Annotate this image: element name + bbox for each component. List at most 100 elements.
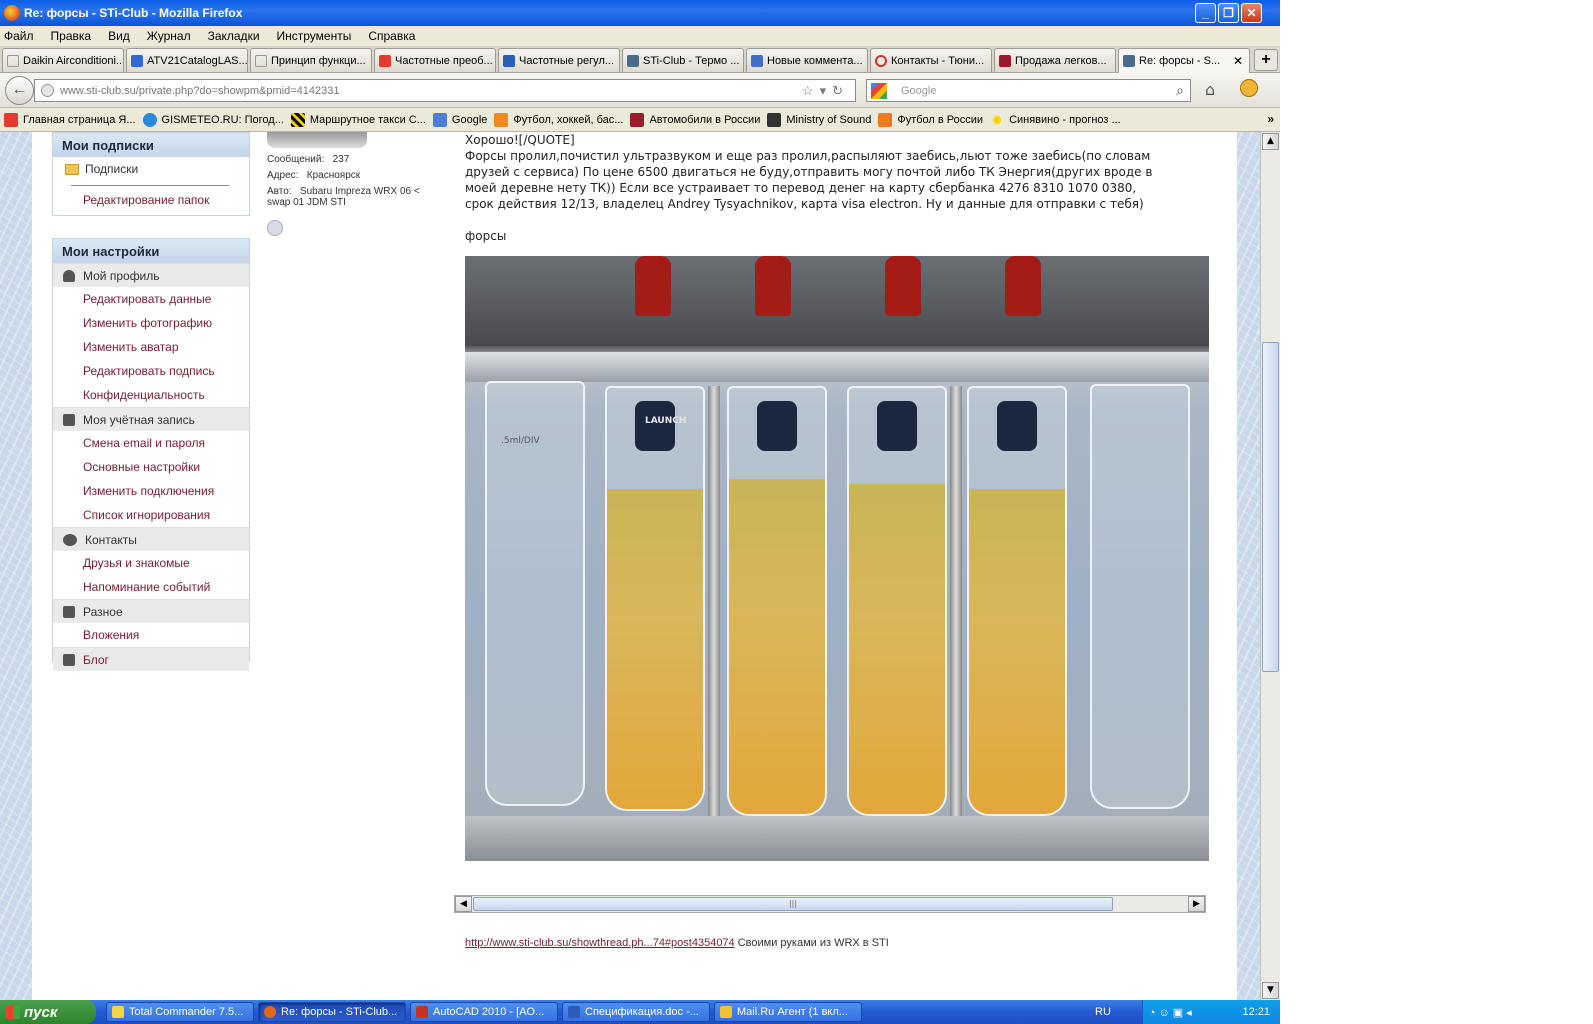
minimize-button[interactable]: _ [1195,3,1216,23]
tab-3[interactable]: Принцип функци... [250,48,372,72]
tab-5[interactable]: Частотные регул... [498,48,620,72]
menu-edit[interactable]: Правка [51,29,92,43]
addon-icon[interactable] [1240,79,1258,97]
misc-icon [63,605,75,618]
blog-link[interactable]: Блог [83,653,109,667]
more-bookmarks-icon[interactable]: » [1267,112,1274,126]
privacy-link[interactable]: Конфиденциальность [53,383,249,407]
bookmark-6[interactable]: Автомобили в России [630,112,760,127]
vertical-scrollbar[interactable]: ▲ ▼ [1260,132,1280,1000]
address-value: Красноярск [306,170,361,181]
avatar[interactable] [267,132,367,148]
new-tab-button[interactable]: + [1254,49,1278,71]
subscriptions-folder[interactable]: Подписки [53,157,249,181]
menu-bookmarks[interactable]: Закладки [208,29,260,43]
menu-view[interactable]: Вид [108,29,130,43]
total-commander-icon [112,1006,124,1018]
menu-file[interactable]: Файл [4,29,34,43]
change-email-link[interactable]: Смена email и пароля [53,431,249,455]
tab-label: ATV21CatalogLAS... [147,54,248,67]
tab-label: Daikin Airconditioni... [23,54,124,67]
task-label: Mail.Ru Агент (1 вкл... [737,1006,848,1018]
tab-10-active[interactable]: Re: форсы - S... ✕ [1118,48,1250,73]
bookmark-label: Синявино - прогноз ... [1009,113,1121,126]
tab-4[interactable]: Частотные преоб... [374,48,496,72]
task-total-commander[interactable]: Total Commander 7.5... [106,1002,254,1022]
menu-tools[interactable]: Инструменты [277,29,352,43]
menu-history[interactable]: Журнал [147,29,191,43]
start-button[interactable]: пуск [0,1000,96,1024]
horizontal-scrollbar[interactable]: ◀ ||| ▶ [454,895,1206,913]
task-firefox[interactable]: Re: форсы - STi-Club... [258,1002,406,1022]
event-reminders-link[interactable]: Напоминание событий [53,575,249,599]
change-photo-link[interactable]: Изменить фотографию [53,311,249,335]
edit-signature-link[interactable]: Редактировать подпись [53,359,249,383]
tab-9[interactable]: Продажа легков... [994,48,1116,72]
friends-link[interactable]: Друзья и знакомые [53,551,249,575]
bookmarks-bar: Главная страница Я... GISMETEO.RU: Погод… [0,108,1280,132]
bookmark-3[interactable]: Маршрутное такси С... [290,112,426,127]
attachments-link[interactable]: Вложения [53,623,249,647]
scroll-thumb[interactable]: ||| [473,897,1113,911]
tray-icons[interactable]: ◔☺▣◂ [1149,1006,1195,1019]
task-autocad[interactable]: AutoCAD 2010 - [AO... [410,1002,558,1022]
menu-help[interactable]: Справка [368,29,415,43]
fuel-level [729,479,825,814]
profile-group: Мой профиль [53,263,249,287]
task-word[interactable]: Спецификация.doc -... [562,1002,710,1022]
bookmark-9[interactable]: Синявино - прогноз ... [990,112,1121,127]
edit-folders-link[interactable]: Редактирование папок [53,188,249,212]
injector-nozzle [757,401,797,451]
bookmark-8[interactable]: Футбол в России [878,112,983,127]
back-button[interactable]: ← [5,76,34,105]
group-label: Разное [83,604,123,619]
fuel-level [969,489,1065,814]
search-icon[interactable]: ⌕ [1176,82,1184,99]
page-icon [7,54,19,67]
url-bar[interactable]: www.sti-club.su/private.php?do=showpm&pm… [34,79,856,102]
scroll-down-button[interactable]: ▼ [1262,982,1279,999]
scroll-right-button[interactable]: ▶ [1188,896,1205,912]
quote-end: Хорошо![/QUOTE] [465,133,575,147]
settings-title: Мои настройки [53,239,249,263]
tab-6[interactable]: STi-Club - Термо ... [622,48,744,72]
signature-link[interactable]: http://www.sti-club.su/showthread.ph...7… [465,937,735,949]
blog-group[interactable]: Блог [53,647,249,671]
bookmark-7[interactable]: Ministry of Sound [767,112,871,127]
scroll-thumb[interactable] [1262,342,1279,672]
injectors-photo[interactable]: .5ml/DIV LAUNCH [465,256,1209,861]
posts-value: 237 [332,154,350,165]
edit-data-link[interactable]: Редактировать данные [53,287,249,311]
bookmark-5[interactable]: Футбол, хоккей, бас... [494,112,623,127]
windows-logo-icon [6,1005,20,1019]
menu-bar: Файл Правка Вид Журнал Закладки Инструме… [0,26,1280,46]
ignore-list-link[interactable]: Список игнорирования [53,503,249,527]
red-cap [635,256,671,316]
search-input[interactable]: Google ⌕ [866,79,1191,102]
task-label: AutoCAD 2010 - [AO... [433,1006,545,1018]
basic-settings-link[interactable]: Основные настройки [53,455,249,479]
bookmark-2[interactable]: GISMETEO.RU: Погод... [142,112,284,127]
clock: 12:21 [1242,1006,1270,1018]
bookmark-label: Главная страница Я... [23,113,136,126]
tab-8[interactable]: Контакты - Тюни... [870,48,992,72]
yandex-icon [4,112,18,127]
change-connections-link[interactable]: Изменить подключения [53,479,249,503]
change-avatar-link[interactable]: Изменить аватар [53,335,249,359]
scroll-left-button[interactable]: ◀ [455,896,472,912]
tab-2[interactable]: ATV21CatalogLAS... [126,48,248,72]
tab-label: Контакты - Тюни... [891,54,985,67]
bookmark-star-icon[interactable]: ☆▾↻ [802,83,849,99]
maximize-button[interactable]: ❐ [1218,3,1239,23]
home-icon[interactable]: ⌂ [1205,80,1215,99]
scroll-up-button[interactable]: ▲ [1262,133,1279,150]
close-button[interactable]: ✕ [1241,3,1262,23]
task-mailru-agent[interactable]: Mail.Ru Агент (1 вкл... [714,1002,862,1022]
language-indicator[interactable]: RU [1095,1006,1111,1018]
tab-1[interactable]: Daikin Airconditioni... [2,48,124,72]
close-tab-icon[interactable]: ✕ [1233,54,1243,68]
metal-rod [950,386,962,816]
bookmark-4[interactable]: Google [432,112,487,127]
tab-7[interactable]: Новые коммента... [746,48,868,72]
bookmark-1[interactable]: Главная страница Я... [4,112,136,127]
